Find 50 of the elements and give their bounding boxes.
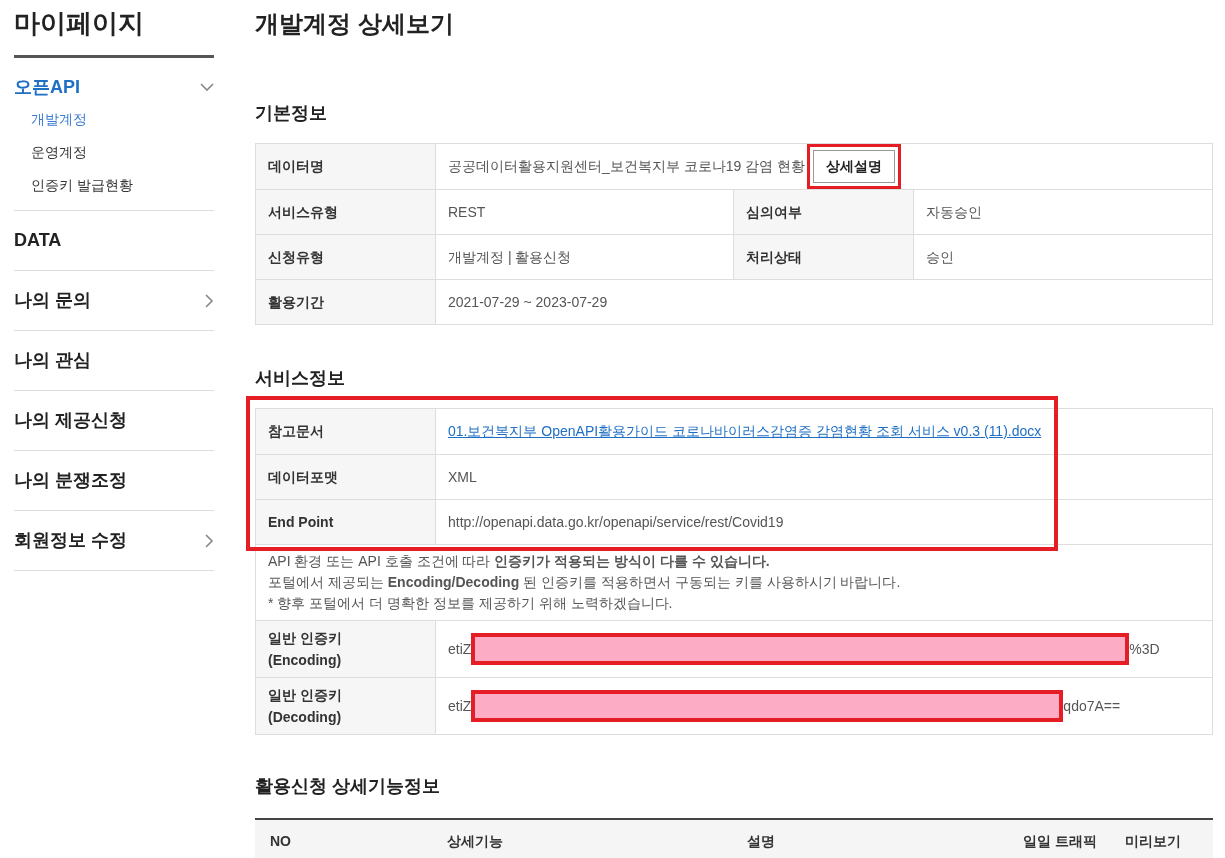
key-value: qdo7A== (1063, 696, 1121, 716)
sidebar-item[interactable]: DATA (14, 211, 214, 270)
field-value: http://openapi.data.go.kr/openapi/service/rest/Covid19 (447, 512, 784, 532)
sidebar-item[interactable]: 회원정보 수정 (14, 511, 214, 570)
sidebar-item[interactable]: 나의 분쟁조정 (14, 451, 214, 510)
field-label: 참고문서 (256, 409, 436, 454)
field-label: 일반 인증키 (Decoding) (256, 678, 436, 734)
sidebar-subitem[interactable]: 운영계정 (31, 142, 214, 163)
column-header: NO (269, 832, 292, 851)
notice-text: * 향후 포털에서 더 명확한 정보를 제공하기 위해 노력하겠습니다. (268, 594, 674, 613)
page-title: 개발계정 상세보기 (255, 9, 455, 39)
field-value: REST (447, 202, 486, 222)
field-label: 신청유형 (256, 235, 436, 279)
detail-button[interactable]: 상세설명 (813, 150, 896, 183)
field-label: 서비스유형 (256, 190, 436, 234)
field-value: 2021-07-29 ~ 2023-07-29 (447, 292, 608, 312)
sidebar-subitem[interactable]: 개발계정 (31, 109, 214, 130)
field-label: 데이터명 (256, 144, 436, 189)
chevron-right-icon[interactable] (205, 293, 214, 308)
sidebar-subitem[interactable]: 인증키 발급현황 (31, 175, 214, 196)
column-header: 미리보기 (1124, 832, 1182, 851)
field-label: 데이터포맷 (256, 455, 436, 499)
field-value: 공공데이터활용지원센터_보건복지부 코로나19 감염 현황 (448, 157, 806, 176)
field-value: 승인 (925, 247, 954, 267)
section-heading: 활용신청 상세기능정보 (255, 775, 441, 798)
sidebar-item[interactable]: 나의 제공신청 (14, 391, 214, 450)
column-header: 설명 (747, 832, 776, 851)
field-value: 개발계정 | 활용신청 (447, 247, 572, 267)
section-heading: 기본정보 (255, 102, 328, 125)
column-header: 일일 트래픽 (1022, 832, 1097, 851)
chevron-down-icon[interactable] (200, 83, 214, 92)
notice-text: 포털에서 제공되는 Encoding/Decoding 된 인증키를 적용하면서 구동되는 키를 사용하시기 바랍니다. (268, 573, 902, 592)
key-value: etiZ (448, 696, 472, 716)
notice-text: API 환경 또는 API 호출 조건에 따라 인증키가 적용되는 방식이 다를 수 있습니다. (268, 552, 771, 571)
field-label: 활용기간 (256, 280, 436, 324)
chevron-right-icon[interactable] (205, 533, 214, 548)
sidebar-item[interactable]: 나의 관심 (14, 331, 214, 390)
field-label: 일반 인증키 (Encoding) (256, 621, 436, 677)
field-label: 처리상태 (734, 235, 914, 279)
sidebar-item[interactable]: 나의 문의 (14, 271, 214, 330)
key-value: etiZ (448, 639, 472, 659)
key-value: %3D (1129, 639, 1160, 659)
field-value: 자동승인 (925, 202, 982, 222)
sidebar-title: 마이페이지 (14, 0, 214, 58)
section-heading: 서비스정보 (255, 367, 346, 390)
field-value: XML (447, 467, 477, 487)
document-link[interactable]: 01.보건복지부 OpenAPI활용가이드 코로나바이러스감염증 감염현황 조회 서비스 v0.3 (11).docx (436, 409, 1042, 454)
field-label: End Point (256, 500, 436, 544)
field-label: 심의여부 (734, 190, 914, 234)
column-header: 상세기능 (447, 832, 504, 851)
